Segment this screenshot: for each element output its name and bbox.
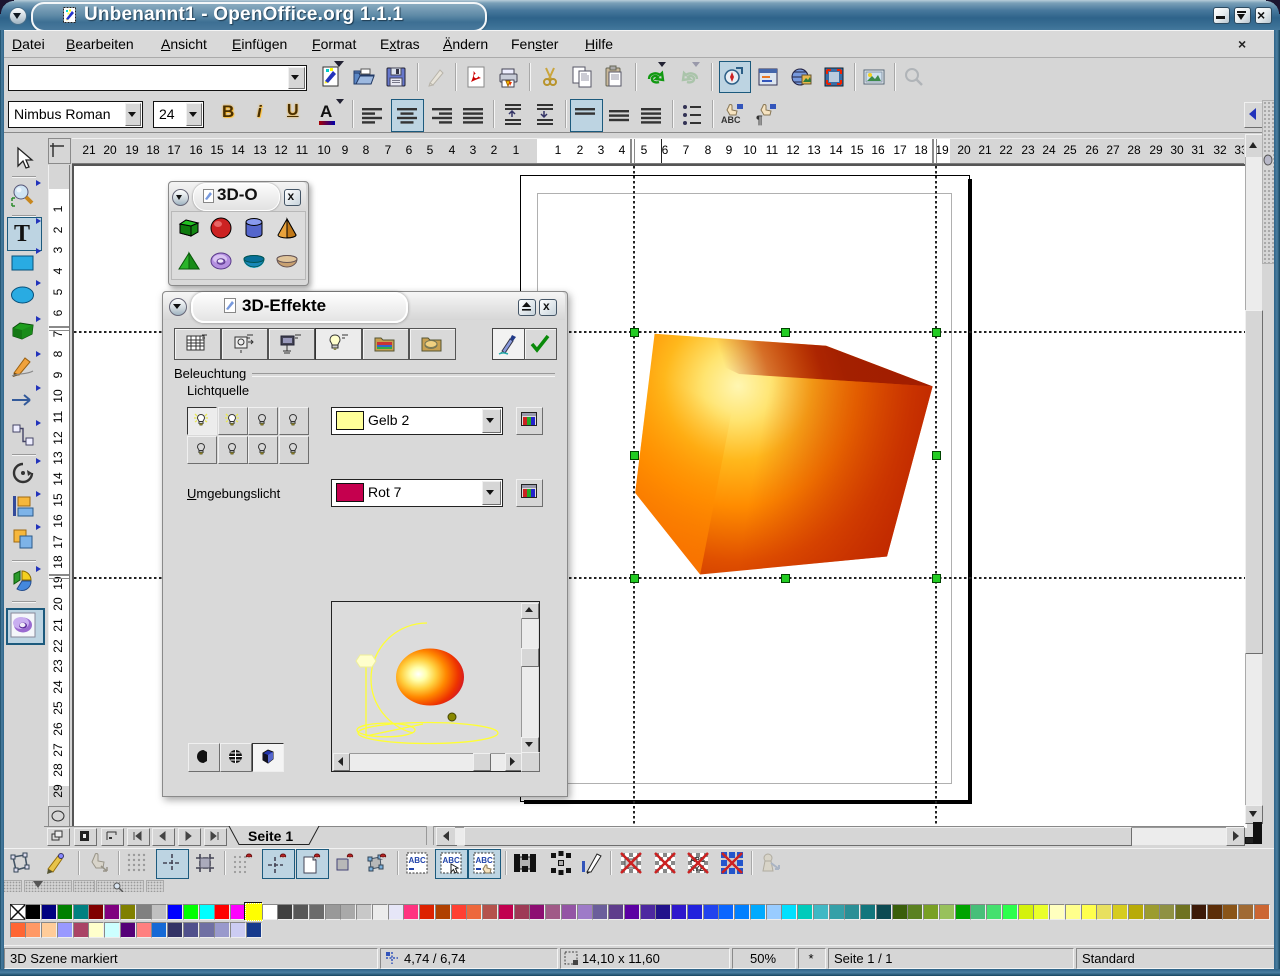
svg-text:¶: ¶ xyxy=(756,113,763,127)
svg-text:ABC: ABC xyxy=(409,856,427,865)
svg-text:ABC: ABC xyxy=(476,856,494,865)
svg-text:ABC: ABC xyxy=(721,115,741,125)
svg-text:T: T xyxy=(14,221,30,246)
